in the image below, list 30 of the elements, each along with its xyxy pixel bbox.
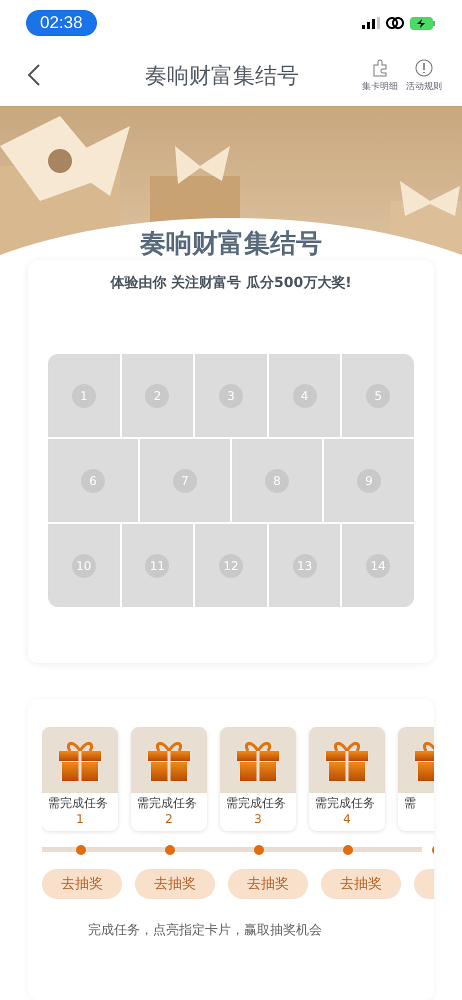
subtitle: 体验由你 关注财富号 瓜分500万大奖!	[110, 274, 352, 292]
banner-title: 奏响财富集结号	[138, 228, 323, 261]
gift-icon	[324, 739, 370, 781]
info-icon	[415, 59, 433, 77]
gift-icon	[146, 739, 192, 781]
progress-dot	[76, 845, 86, 855]
task-hint: 完成任务，点亮指定卡片，赢取抽奖机会	[88, 922, 323, 939]
gift-icon	[57, 739, 103, 781]
task-label: 需完成任务	[136, 795, 198, 812]
signal-icon	[362, 17, 380, 29]
page-title: 奏响财富集结号	[144, 63, 300, 91]
task-label: 需完成任务	[314, 795, 376, 812]
progress-dot	[165, 845, 175, 855]
link-icon	[386, 16, 404, 30]
task-number: 1	[75, 812, 85, 826]
card-details-button[interactable]: 集卡明细	[358, 59, 402, 93]
rules-button[interactable]: 活动规则	[402, 59, 446, 93]
task-number: 3	[253, 812, 263, 826]
progress-dot	[343, 845, 353, 855]
task-number: 4	[342, 812, 352, 826]
puzzle-icon	[371, 59, 389, 77]
task-label: 需	[403, 795, 417, 812]
status-time: 02:38	[26, 10, 97, 36]
task-label: 需完成任务	[47, 795, 109, 812]
task-label: 需完成任务	[225, 795, 287, 812]
gift-icon	[235, 739, 281, 781]
progress-dot	[254, 845, 264, 855]
task-number: 2	[164, 812, 174, 826]
battery-icon	[410, 16, 436, 30]
back-icon	[28, 64, 40, 86]
